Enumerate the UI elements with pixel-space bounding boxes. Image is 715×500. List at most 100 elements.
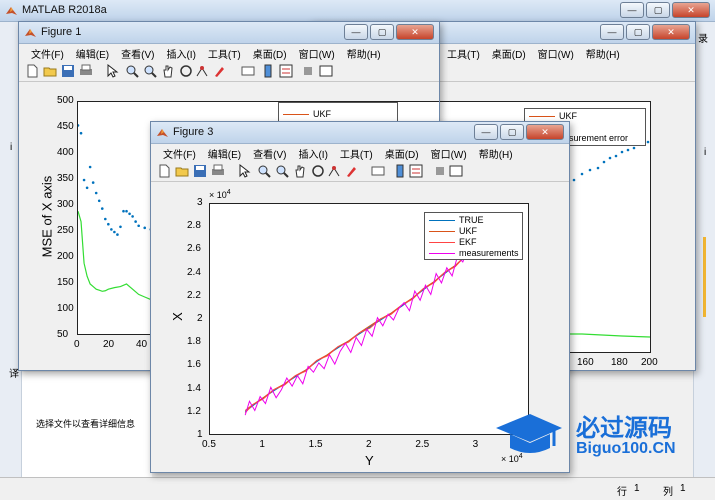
figure3-menu-view[interactable]: 查看(V) <box>247 144 292 161</box>
figure3-menu-window[interactable]: 窗口(W) <box>425 144 473 161</box>
status-col-value: 1 <box>680 483 686 494</box>
figure3-xtick: 2 <box>366 439 372 450</box>
figure1-legend-item-1: UKF <box>283 109 331 119</box>
show-plot-tools-icon[interactable] <box>319 64 333 78</box>
figure2-menu-window[interactable]: 窗口(W) <box>532 44 580 61</box>
pointer-icon[interactable] <box>105 64 119 78</box>
open-file-icon[interactable] <box>175 164 189 178</box>
pan-hand-icon[interactable] <box>161 64 175 78</box>
figure1-menu-desktop[interactable]: 桌面(D) <box>247 44 293 61</box>
data-cursor-icon[interactable] <box>195 64 209 78</box>
figure1-menu-tools[interactable]: 工具(T) <box>202 44 247 61</box>
print-icon[interactable] <box>79 64 93 78</box>
figure3-legend-item-1: TRUE <box>429 215 484 225</box>
figure2-close-button[interactable]: ✕ <box>652 24 690 40</box>
figure1-ytick: 300 <box>57 199 74 210</box>
figure1-menu-window[interactable]: 窗口(W) <box>293 44 341 61</box>
new-figure-icon[interactable] <box>157 164 171 178</box>
figure1-ytick: 400 <box>57 147 74 158</box>
figure3-menu-tools[interactable]: 工具(T) <box>334 144 379 161</box>
status-row-value: 1 <box>634 483 640 494</box>
figure3-y-exponent: × 104 <box>209 189 231 200</box>
link-plot-icon[interactable] <box>371 164 385 178</box>
pointer-icon[interactable] <box>237 164 251 178</box>
save-icon[interactable] <box>193 164 207 178</box>
figure1-menu-file[interactable]: 文件(F) <box>25 44 70 61</box>
figure3-legend-item-3: EKF <box>429 237 477 247</box>
figure1-minimize-button[interactable]: — <box>344 24 368 40</box>
figure2-blue-point <box>646 140 650 144</box>
brush-icon[interactable] <box>345 164 359 178</box>
figure2-blue-point <box>620 150 624 154</box>
figure1-close-button[interactable]: ✕ <box>396 24 434 40</box>
figure1-menu-edit[interactable]: 编辑(E) <box>70 44 115 61</box>
zoom-in-icon[interactable] <box>125 64 139 78</box>
figure3-y-exponent-base: × 10 <box>209 190 227 200</box>
save-icon[interactable] <box>61 64 75 78</box>
figure1-blue-point <box>113 230 116 234</box>
figure1-maximize-button[interactable]: ▢ <box>370 24 394 40</box>
open-file-icon[interactable] <box>43 64 57 78</box>
figure2-menu-tools[interactable]: 工具(T) <box>441 44 486 61</box>
figure1-xtick-2: 20 <box>103 339 115 350</box>
link-plot-icon[interactable] <box>241 64 255 78</box>
figure1-blue-point <box>128 212 131 216</box>
figure3-menu-help[interactable]: 帮助(H) <box>473 144 519 161</box>
figure1-ytick: 500 <box>57 95 74 106</box>
figure3-close-button[interactable]: ✕ <box>526 124 564 140</box>
figure1-blue-point <box>97 199 101 203</box>
print-icon[interactable] <box>211 164 225 178</box>
figure1-menu-view[interactable]: 查看(V) <box>115 44 160 61</box>
figure3-ytick: 2.4 <box>187 266 201 278</box>
figure1-menu-insert[interactable]: 插入(I) <box>160 44 201 61</box>
matlab-maximize-button[interactable]: ▢ <box>646 2 670 18</box>
figure3-ytick: 2.2 <box>187 289 201 301</box>
figure3-xtick: 1 <box>259 439 265 450</box>
figure2-green-line <box>562 333 651 338</box>
figure2-maximize-button[interactable]: ▢ <box>626 24 650 40</box>
figure3-menu-insert[interactable]: 插入(I) <box>292 144 333 161</box>
rotate-3d-icon[interactable] <box>311 164 325 178</box>
rotate-3d-icon[interactable] <box>179 64 193 78</box>
zoom-out-icon[interactable] <box>275 164 289 178</box>
colorbar-icon[interactable] <box>261 64 275 78</box>
figure3-maximize-button[interactable]: ▢ <box>500 124 524 140</box>
figure1-menu-help[interactable]: 帮助(H) <box>341 44 387 61</box>
brush-icon[interactable] <box>213 64 227 78</box>
matlab-close-button[interactable]: ✕ <box>672 2 710 18</box>
show-plot-tools-icon[interactable] <box>449 164 463 178</box>
zoom-in-icon[interactable] <box>257 164 271 178</box>
figure1-legend-label-1: UKF <box>313 109 331 119</box>
figure3-measurements-line <box>244 235 483 416</box>
figure3-legend-label-1: TRUE <box>459 215 484 225</box>
watermark: 必过源码 Biguo100.CN <box>494 408 694 464</box>
figure3-ytick: 1.4 <box>187 382 201 394</box>
figure3-legend: TRUE UKF EKF measurements <box>424 212 523 260</box>
watermark-title: 必过源码 <box>576 415 672 442</box>
figure3-menu-edit[interactable]: 编辑(E) <box>202 144 247 161</box>
zoom-out-icon[interactable] <box>143 64 157 78</box>
figure1-blue-point <box>104 217 107 221</box>
legend-icon[interactable] <box>409 164 423 178</box>
figure2-menu-help[interactable]: 帮助(H) <box>580 44 626 61</box>
figure2-blue-point <box>626 148 630 152</box>
legend-icon[interactable] <box>279 64 293 78</box>
figure3-minimize-button[interactable]: — <box>474 124 498 140</box>
pan-hand-icon[interactable] <box>293 164 307 178</box>
figure3-xtick: 0.5 <box>202 439 216 450</box>
matlab-window-buttons: — ▢ ✕ <box>620 2 710 18</box>
figure3-ekf-line <box>244 239 483 414</box>
figure1-blue-point <box>91 181 95 184</box>
figure2-minimize-button[interactable]: — <box>600 24 624 40</box>
figure3-menu-desktop[interactable]: 桌面(D) <box>379 144 425 161</box>
figure2-menu-desktop[interactable]: 桌面(D) <box>486 44 532 61</box>
figure3-legend-label-4: measurements <box>459 248 519 258</box>
data-cursor-icon[interactable] <box>327 164 341 178</box>
colorbar-icon[interactable] <box>393 164 407 178</box>
figure3-menu-file[interactable]: 文件(F) <box>157 144 202 161</box>
figure3-xlabel: Y <box>365 453 374 468</box>
matlab-minimize-button[interactable]: — <box>620 2 644 18</box>
new-figure-icon[interactable] <box>25 64 39 78</box>
hide-plot-tools-icon[interactable] <box>301 64 315 78</box>
hide-plot-tools-icon[interactable] <box>433 164 447 178</box>
